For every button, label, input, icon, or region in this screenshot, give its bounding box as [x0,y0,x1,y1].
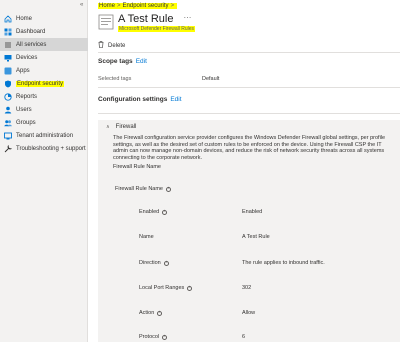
divider [98,113,400,114]
firewall-rule-name-label-2: Firewall Rule Name [115,186,163,192]
firewall-section-title: Firewall [115,124,137,130]
protocol-value: 6 [242,334,246,340]
sidebar-item-tenant-administration[interactable]: Tenant administration [0,129,88,142]
scope-tags-heading: Scope tags Edit [98,58,147,65]
chevron-up-icon: ∧ [106,124,110,130]
firewall-rule-name-field: Firewall Rule Name i [115,186,171,192]
apps-icon [3,66,12,75]
dashboard-icon [3,27,12,36]
breadcrumb-separator: > [117,3,121,9]
firewall-description: The Firewall configuration service provi… [113,135,386,161]
sidebar-item-dashboard[interactable]: Dashboard [0,25,88,38]
sidebar-item-label: All services [16,41,47,48]
sidebar-item-label: Apps [16,67,30,74]
sidebar-item-groups[interactable]: Groups [0,116,88,129]
list-icon [3,40,12,49]
setting-row-label: Direction i [139,260,169,266]
reports-icon [3,92,12,101]
enabled-value: Enabled [242,209,263,215]
local-port-ranges-value: 302 [242,285,252,291]
direction-value: The rule applies to inbound traffic. [242,260,325,266]
wrench-icon [3,144,12,153]
trash-icon [98,41,104,50]
collapse-sidebar-icon[interactable]: « [80,2,83,8]
groups-icon [3,118,12,127]
direction-label: Direction [139,260,161,266]
user-icon [3,105,12,114]
more-options-icon[interactable]: ··· [183,13,191,23]
devices-icon [3,53,12,62]
sidebar-item-label: Endpoint security [16,80,65,87]
configuration-settings-edit-link[interactable]: Edit [170,96,181,103]
breadcrumb-endpoint-security-link[interactable]: Endpoint security [123,3,169,9]
firewall-panel: ∧ Firewall The Firewall configuration se… [98,120,400,342]
scope-tags-edit-link[interactable]: Edit [136,58,147,65]
divider [98,52,400,53]
sidebar: « Home Dashboard All services Devices Ap… [0,0,88,342]
delete-label: Delete [108,42,126,49]
firewall-section-toggle[interactable]: ∧ Firewall [106,124,136,130]
breadcrumb-separator: > [170,3,175,9]
firewall-rule-name-heading: Firewall Rule Name [113,164,161,170]
nav-list: Home Dashboard All services Devices Apps [0,12,88,155]
sidebar-item-troubleshooting[interactable]: Troubleshooting + support [0,142,88,155]
sidebar-item-home[interactable]: Home [0,12,88,25]
sidebar-item-reports[interactable]: Reports [0,90,88,103]
configuration-settings-heading: Configuration settings Edit [98,96,182,103]
sidebar-item-label: Troubleshooting + support [16,145,86,152]
configuration-settings-title: Configuration settings [98,96,168,103]
sidebar-item-label: Users [16,106,32,113]
shield-icon [3,79,12,88]
page-title: A Test Rule [118,13,174,25]
delete-button[interactable]: Delete [98,41,125,50]
sidebar-item-all-services[interactable]: All services [0,38,88,51]
firewall-rule-name-label: Firewall Rule Name [113,164,161,170]
enabled-label: Enabled [139,209,160,215]
scope-tags-title: Scope tags [98,58,133,65]
setting-row-label: Action i [139,310,163,316]
sidebar-item-label: Home [16,15,33,22]
tenant-icon [3,131,12,140]
page-subtitle: Microsoft Defender Firewall Rules [118,26,196,32]
setting-row-label: Enabled i [139,209,168,215]
info-icon[interactable]: i [157,310,163,316]
action-value: Allow [242,310,256,316]
sidebar-item-apps[interactable]: Apps [0,64,88,77]
breadcrumb-home-link[interactable]: Home [99,3,115,9]
info-icon[interactable]: i [187,285,193,291]
setting-row-label: Local Port Ranges i [139,285,193,291]
firewall-policy-icon [98,14,114,30]
breadcrumb: Home > Endpoint security > [98,3,178,9]
sidebar-item-devices[interactable]: Devices [0,51,88,64]
action-label: Action [139,310,155,316]
setting-row-label: Name [139,234,154,240]
selected-tags-value: Default [202,76,220,82]
sidebar-item-label: Dashboard [16,28,46,35]
name-label: Name [139,234,154,240]
info-icon[interactable]: i [163,260,169,266]
main-content: Home > Endpoint security > A Test Rule ··· … [89,0,400,342]
sidebar-item-label: Devices [16,54,38,61]
sidebar-item-users[interactable]: Users [0,103,88,116]
sidebar-item-label: Groups [16,119,36,126]
local-port-ranges-label: Local Port Ranges [139,285,185,291]
home-icon [3,14,12,23]
setting-row-label: Protocol i [139,334,168,340]
sidebar-item-label: Tenant administration [16,132,74,139]
info-icon[interactable]: i [162,209,168,215]
name-value: A Test Rule [242,234,270,240]
info-icon[interactable]: i [162,334,168,340]
info-icon[interactable]: i [166,186,171,192]
selected-tags-label: Selected tags [98,76,132,82]
sidebar-item-label: Reports [16,93,38,100]
sidebar-item-endpoint-security[interactable]: Endpoint security [0,77,88,90]
divider [98,87,400,88]
protocol-label: Protocol [139,334,160,340]
